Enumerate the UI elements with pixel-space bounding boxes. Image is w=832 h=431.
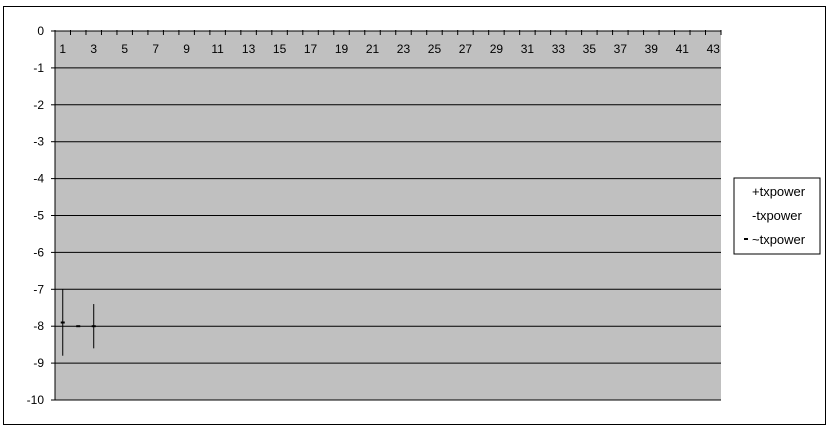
legend-entry: +txpower [752, 184, 806, 199]
y-tick-label: -8 [33, 319, 44, 333]
x-tick-label: 27 [459, 42, 473, 56]
x-tick-label: 23 [397, 42, 411, 56]
close-marker [91, 325, 96, 328]
x-tick-label: 37 [614, 42, 628, 56]
x-tick-label: 31 [521, 42, 535, 56]
x-tick-label: 9 [183, 42, 190, 56]
x-tick-label: 35 [583, 42, 597, 56]
y-tick-label: -10 [27, 393, 45, 407]
chart-area: 0 -1 -2 -3 -4 -5 -6 -7 -8 -9 -10 1 3 5 7 9 11 13 15 17 19 21 2… [3, 6, 826, 425]
y-tick-label: -3 [33, 135, 44, 149]
x-tick-label: 33 [552, 42, 566, 56]
x-tick-label: 25 [428, 42, 442, 56]
y-tick-label: -6 [33, 245, 44, 259]
y-tick-label: -2 [33, 98, 44, 112]
close-marker [76, 325, 81, 328]
x-tick-label: 41 [676, 42, 690, 56]
x-tick-label: 13 [242, 42, 256, 56]
y-tick-label: -5 [33, 209, 44, 223]
legend-entry: ~txpower [752, 232, 806, 247]
x-tick-label: 39 [645, 42, 659, 56]
x-tick-label: 1 [59, 42, 66, 56]
x-tick-label: 21 [366, 42, 380, 56]
y-tick-label: 0 [37, 24, 44, 38]
legend-marker [744, 238, 748, 240]
x-tick-label: 7 [152, 42, 159, 56]
y-tick-label: -1 [33, 61, 44, 75]
y-tick-label: -4 [33, 172, 44, 186]
legend-entry: -txpower [752, 208, 803, 223]
close-marker [60, 321, 65, 324]
x-tick-label: 11 [211, 42, 224, 56]
x-tick-label: 29 [490, 42, 504, 56]
x-tick-label: 43 [707, 42, 721, 56]
x-tick-label: 15 [273, 42, 287, 56]
x-tick-label: 17 [304, 42, 318, 56]
y-tick-label: -7 [33, 282, 44, 296]
y-tick-label: -9 [33, 356, 44, 370]
x-tick-label: 19 [335, 42, 349, 56]
x-tick-label: 3 [90, 42, 97, 56]
x-tick-label: 5 [121, 42, 128, 56]
chart-svg: 0-1-2-3-4-5-6-7-8-9-101 3 5 7 9 11 13 15 17 19 21 2… [27, 24, 821, 407]
